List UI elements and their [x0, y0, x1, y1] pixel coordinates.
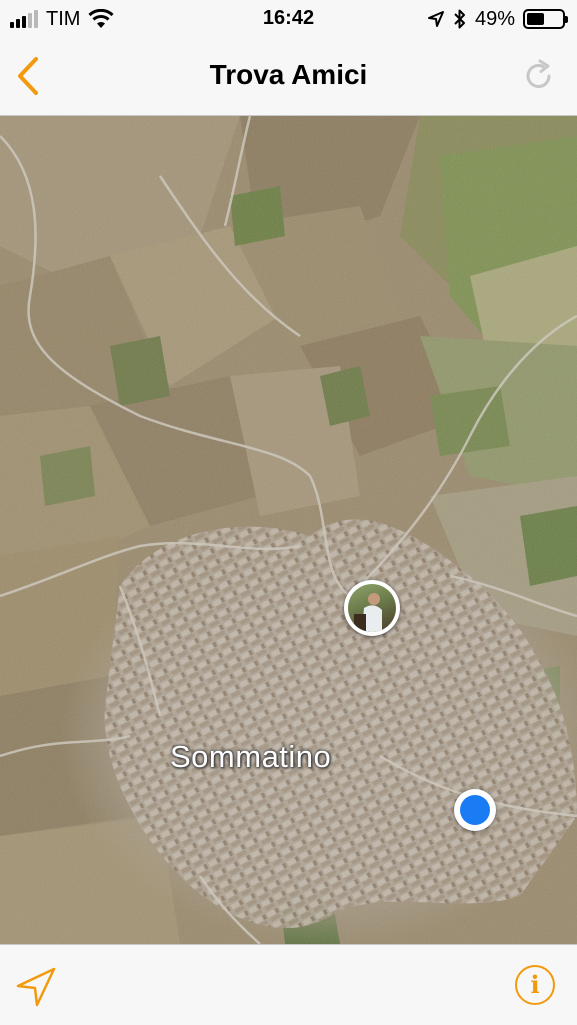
bluetooth-icon [454, 9, 465, 29]
map-view[interactable]: Sommatino [0, 116, 577, 944]
nav-bar: Trova Amici [0, 38, 577, 116]
status-bar: TIM 16:42 49% [0, 0, 577, 38]
locate-me-button[interactable] [14, 965, 58, 1009]
bottom-toolbar: i [0, 944, 577, 1025]
battery-fill [527, 13, 544, 25]
info-button[interactable]: i [515, 965, 555, 1005]
page-title: Trova Amici [209, 59, 368, 90]
info-icon: i [530, 970, 540, 999]
friend-location-pin[interactable] [344, 580, 400, 636]
friend-avatar [348, 584, 396, 632]
location-arrow-icon [427, 11, 444, 27]
refresh-button[interactable] [519, 56, 559, 96]
refresh-icon [526, 59, 551, 88]
status-right: 49% [427, 7, 568, 31]
current-location-dot [454, 789, 496, 831]
battery-icon [523, 9, 568, 29]
location-arrow-icon [16, 967, 56, 1007]
battery-percent: 49% [474, 7, 515, 30]
place-label: Sommatino [170, 739, 332, 774]
